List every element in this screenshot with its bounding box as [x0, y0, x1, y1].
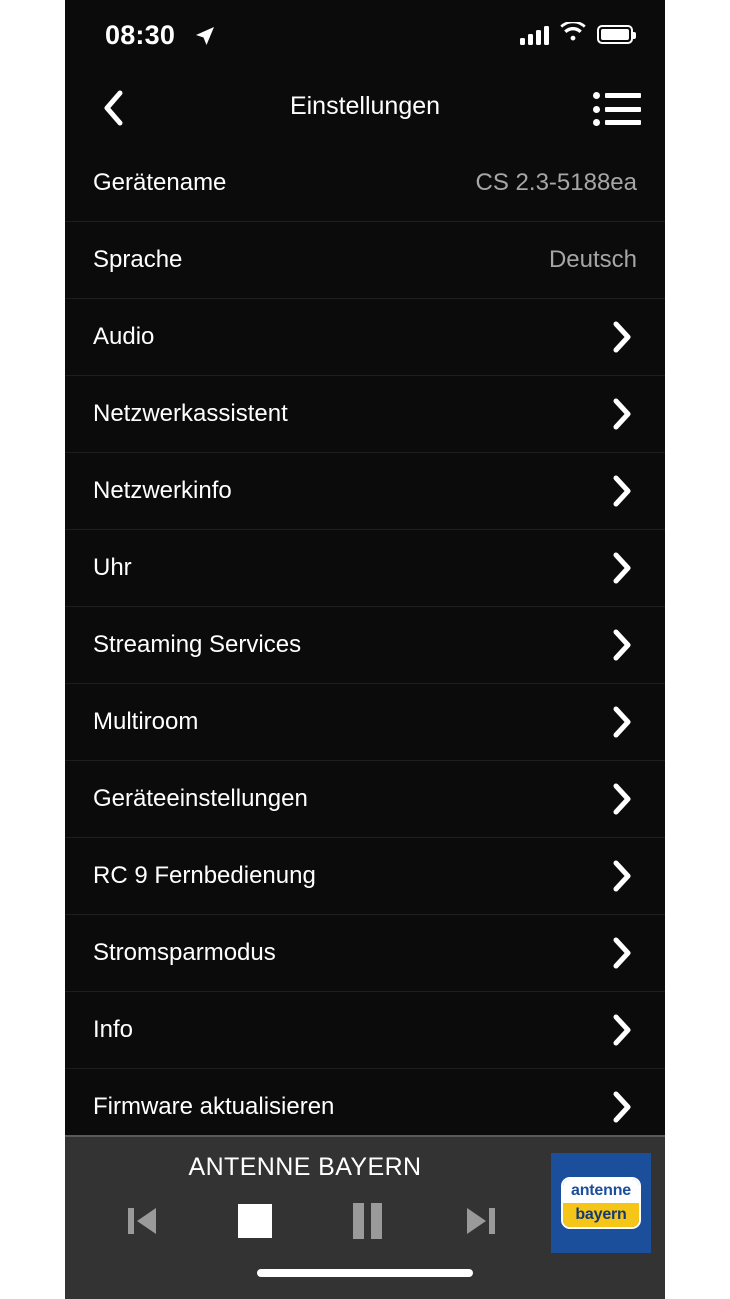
- chevron-right-icon: [613, 860, 631, 892]
- list-menu-icon[interactable]: [593, 89, 641, 129]
- station-logo[interactable]: antenne bayern: [551, 1153, 651, 1253]
- list-item-label: Multiroom: [93, 708, 199, 735]
- page-title: Einstellungen: [289, 92, 441, 120]
- chevron-right-icon: [613, 706, 631, 738]
- list-item[interactable]: Stromsparmodus: [65, 914, 665, 991]
- previous-button[interactable]: [114, 1199, 170, 1243]
- list-item-label: Geräteeinstellungen: [93, 785, 308, 812]
- phone-screen: 08:30 Einstellungen Gerätename CS 2.3-51…: [65, 0, 665, 1299]
- chevron-right-icon: [613, 475, 631, 507]
- station-logo-bottom-text: bayern: [563, 1203, 639, 1227]
- list-item[interactable]: Audio: [65, 298, 665, 375]
- list-item-label: Firmware aktualisieren: [93, 1093, 335, 1120]
- list-item[interactable]: Geräteeinstellungen: [65, 760, 665, 837]
- wifi-icon: [560, 20, 586, 47]
- skip-previous-icon: [127, 1208, 156, 1234]
- stop-icon: [237, 1204, 272, 1238]
- list-item[interactable]: Info: [65, 991, 665, 1068]
- list-item[interactable]: Uhr: [65, 529, 665, 606]
- list-item-label: Netzwerkassistent: [93, 400, 288, 427]
- list-item-label: Netzwerkinfo: [93, 477, 232, 504]
- list-item[interactable]: Multiroom: [65, 683, 665, 760]
- skip-next-icon: [466, 1208, 495, 1234]
- chevron-right-icon: [613, 321, 631, 353]
- home-indicator[interactable]: [257, 1269, 473, 1277]
- battery-full-icon: [597, 25, 636, 44]
- chevron-right-icon: [613, 783, 631, 815]
- list-item[interactable]: Netzwerkinfo: [65, 452, 665, 529]
- list-item[interactable]: Netzwerkassistent: [65, 375, 665, 452]
- cellular-signal-icon: [520, 25, 549, 45]
- stop-button[interactable]: [227, 1199, 283, 1243]
- pause-button[interactable]: [340, 1199, 396, 1243]
- chevron-right-icon: [613, 1014, 631, 1046]
- list-item-value: Deutsch: [548, 246, 637, 273]
- list-item-label: Info: [93, 1016, 134, 1043]
- station-logo-shield: antenne bayern: [561, 1177, 641, 1229]
- list-item[interactable]: Sprache Deutsch: [65, 221, 665, 298]
- list-item-label: RC 9 Fernbedienung: [93, 862, 316, 889]
- status-bar: 08:30: [65, 0, 665, 72]
- list-item[interactable]: Streaming Services: [65, 606, 665, 683]
- settings-list: Gerätename CS 2.3-5188ea Sprache Deutsch…: [65, 144, 665, 1145]
- list-item[interactable]: Firmware aktualisieren: [65, 1068, 665, 1145]
- list-item-value: CS 2.3-5188ea: [475, 168, 637, 196]
- list-item-label: Streaming Services: [93, 631, 302, 658]
- list-item-label: Audio: [93, 323, 155, 350]
- list-item-label: Uhr: [93, 554, 132, 581]
- list-item[interactable]: Gerätename CS 2.3-5188ea: [65, 144, 665, 221]
- chevron-right-icon: [613, 552, 631, 584]
- chevron-right-icon: [613, 629, 631, 661]
- transport-controls: [85, 1199, 537, 1243]
- next-button[interactable]: [453, 1199, 509, 1243]
- navigation-bar: Einstellungen: [65, 72, 665, 144]
- now-playing-title: ANTENNE BAYERN: [188, 1153, 422, 1181]
- pause-icon: [353, 1203, 382, 1239]
- chevron-right-icon: [613, 937, 631, 969]
- chevron-right-icon: [613, 1091, 631, 1123]
- list-item-label: Sprache: [93, 246, 183, 273]
- status-icons: [520, 20, 636, 47]
- now-playing-bar: ANTENNE BAYERN antenne bayern: [65, 1135, 665, 1299]
- chevron-right-icon: [613, 398, 631, 430]
- station-logo-top-text: antenne: [563, 1179, 639, 1203]
- list-item[interactable]: RC 9 Fernbedienung: [65, 837, 665, 914]
- status-time: 08:30: [105, 20, 176, 50]
- list-item-label: Stromsparmodus: [93, 939, 276, 966]
- location-arrow-icon: [193, 24, 217, 48]
- list-item-label: Gerätename: [93, 168, 227, 196]
